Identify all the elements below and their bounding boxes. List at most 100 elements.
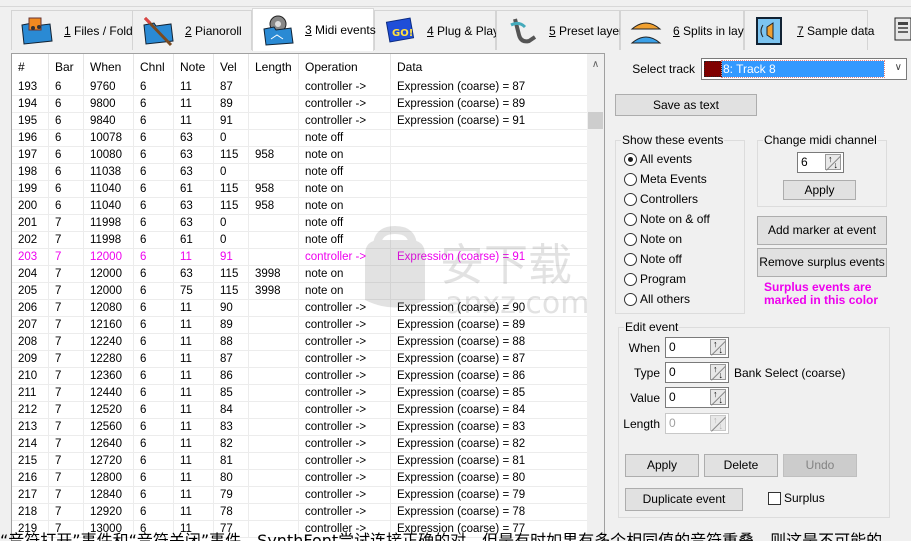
cell-channel: 6 [134, 317, 174, 333]
scroll-up-icon[interactable]: ∧ [587, 56, 604, 73]
tab-files-folders[interactable]: 1 Files / Folders [11, 10, 149, 50]
table-row[interactable]: 193 6 9760 6 11 87 controller -> Expression (co… [12, 79, 588, 96]
checkbox-box[interactable] [768, 491, 781, 505]
table-row[interactable]: 218 7 12920 6 11 78 controller -> Expression (c… [12, 504, 588, 521]
radio-button-icon[interactable] [624, 172, 637, 186]
table-row[interactable]: 196 6 10078 6 63 0 note off [12, 130, 588, 147]
radio-note-on[interactable]: Note on [624, 231, 682, 247]
cell-when: 12000 [84, 283, 134, 299]
radio-button-icon[interactable] [624, 292, 637, 306]
cell-length: 958 [249, 181, 299, 197]
delete-event-button[interactable]: Delete [704, 454, 778, 477]
table-row[interactable]: 205 7 12000 6 75 115 3998 note on [12, 283, 588, 300]
column-header[interactable]: Note [174, 54, 214, 79]
table-row[interactable]: 206 7 12080 6 11 90 controller -> Expression (c… [12, 300, 588, 317]
column-header[interactable]: Length [249, 54, 299, 79]
when-value[interactable]: 0 [666, 338, 708, 357]
surplus-checkbox[interactable]: Surplus [768, 491, 825, 505]
radio-all-events[interactable]: All events [624, 151, 692, 167]
table-row[interactable]: 194 6 9800 6 11 89 controller -> Expression (co… [12, 96, 588, 113]
spin-arrows-icon[interactable]: ↑ ↓ [825, 154, 841, 170]
type-spinner[interactable]: 0 ↑ ↓ [665, 362, 729, 383]
apply-event-button[interactable]: Apply [625, 454, 699, 477]
tab-midi-events[interactable]: 3 Midi events [252, 8, 376, 51]
radio-meta-events[interactable]: Meta Events [624, 171, 707, 187]
value-value[interactable]: 0 [666, 388, 708, 407]
add-marker-button[interactable]: Add marker at event [757, 216, 887, 245]
table-row[interactable]: 204 7 12000 6 63 115 3998 note on [12, 266, 588, 283]
table-row[interactable]: 217 7 12840 6 11 79 controller -> Expression (c… [12, 487, 588, 504]
duplicate-event-button[interactable]: Duplicate event [625, 488, 743, 511]
cell-data [391, 198, 588, 214]
save-as-text-button[interactable]: Save as text [615, 94, 757, 116]
tab-sample-data[interactable]: 7 Sample data [744, 10, 874, 50]
tab-plug-play[interactable]: GO! 4 Plug & Play [374, 10, 499, 50]
column-header[interactable]: Chnl [134, 54, 174, 79]
tab-pianoroll[interactable]: 2 Pianoroll [132, 10, 252, 50]
table-row[interactable]: 197 6 10080 6 63 115 958 note on [12, 147, 588, 164]
radio-button-icon[interactable] [624, 192, 637, 206]
cell-event-number: 203 [12, 249, 49, 265]
apply-channel-button[interactable]: Apply [783, 180, 856, 200]
radio-button-icon[interactable] [624, 232, 637, 246]
table-row[interactable]: 208 7 12240 6 11 88 controller -> Expression (c… [12, 334, 588, 351]
column-header[interactable]: Bar [49, 54, 84, 79]
column-header[interactable]: Vel [214, 54, 249, 79]
cell-operation: controller -> [299, 419, 391, 435]
tab-splits-in-layer[interactable]: 6 Splits in layer [620, 10, 754, 50]
column-header[interactable]: Operation [299, 54, 391, 79]
table-row[interactable]: 210 7 12360 6 11 86 controller -> Expression (c… [12, 368, 588, 385]
table-row[interactable]: 201 7 11998 6 63 0 note off [12, 215, 588, 232]
column-header[interactable]: Data [391, 54, 588, 79]
table-row[interactable]: 216 7 12800 6 11 80 controller -> Expression (c… [12, 470, 588, 487]
table-row[interactable]: 198 6 11038 6 63 0 note off [12, 164, 588, 181]
cell-channel: 6 [134, 198, 174, 214]
remove-surplus-button[interactable]: Remove surplus events [757, 248, 887, 277]
scroll-thumb[interactable] [588, 112, 603, 129]
cell-note: 11 [174, 300, 214, 316]
tab-8-icon[interactable] [890, 14, 911, 46]
cell-operation: controller -> [299, 470, 391, 486]
table-row[interactable]: 202 7 11998 6 61 0 note off [12, 232, 588, 249]
table-row[interactable]: 195 6 9840 6 11 91 controller -> Expression (co… [12, 113, 588, 130]
cell-data: Expression (coarse) = 89 [397, 319, 526, 331]
type-value[interactable]: 0 [666, 363, 708, 382]
table-row[interactable]: 214 7 12640 6 11 82 controller -> Expression (c… [12, 436, 588, 453]
spin-arrows-icon[interactable]: ↑ ↓ [710, 364, 726, 380]
midi-events-list[interactable]: # Bar When Chnl Note Vel Length Operation Data 1… [11, 53, 605, 541]
column-header[interactable]: # [12, 54, 49, 79]
table-row[interactable]: 212 7 12520 6 11 84 controller -> Expression (c… [12, 402, 588, 419]
table-row[interactable]: 199 6 11040 6 61 115 958 note on [12, 181, 588, 198]
cell-data: Expression (coarse) = 85 [397, 387, 526, 399]
spin-arrows-icon[interactable]: ↑ ↓ [710, 339, 726, 355]
table-row[interactable]: 207 7 12160 6 11 89 controller -> Expression (c… [12, 317, 588, 334]
radio-note-off[interactable]: Note off [624, 251, 682, 267]
radio-note-on-off[interactable]: Note on & off [624, 211, 710, 227]
table-row[interactable]: 200 6 11040 6 63 115 958 note on [12, 198, 588, 215]
channel-spinner[interactable]: 6 ↑ ↓ [797, 152, 844, 173]
spin-arrows-icon[interactable]: ↑ ↓ [710, 389, 726, 405]
cell-channel: 6 [134, 232, 174, 248]
radio-button-icon[interactable] [624, 272, 637, 286]
cell-note: 63 [174, 215, 214, 231]
table-row[interactable]: 213 7 12560 6 11 83 controller -> Expression (c… [12, 419, 588, 436]
table-row[interactable]: 211 7 12440 6 11 85 controller -> Expression (c… [12, 385, 588, 402]
radio-button-icon[interactable] [624, 212, 637, 226]
table-row[interactable]: 215 7 12720 6 11 81 controller -> Expression (c… [12, 453, 588, 470]
vertical-scrollbar[interactable]: ∧ [587, 54, 604, 541]
radio-button-icon[interactable] [624, 152, 637, 166]
tab-preset-layers[interactable]: 5 Preset layers [496, 10, 629, 50]
table-row-surplus[interactable]: 203 7 12000 6 11 91 controller -> Expression (c… [12, 249, 588, 266]
radio-button-icon[interactable] [624, 252, 637, 266]
table-row[interactable]: 209 7 12280 6 11 87 controller -> Expression (c… [12, 351, 588, 368]
chevron-down-icon[interactable]: ∨ [895, 62, 902, 73]
radio-all-others[interactable]: All others [624, 291, 690, 307]
radio-controllers[interactable]: Controllers [624, 191, 698, 207]
channel-value[interactable]: 6 [798, 153, 823, 172]
radio-program[interactable]: Program [624, 271, 686, 287]
when-spinner[interactable]: 0 ↑ ↓ [665, 337, 729, 358]
list-header: # Bar When Chnl Note Vel Length Operation Data [12, 54, 588, 79]
track-select[interactable]: 8: Track 8 ∨ [701, 58, 907, 80]
value-spinner[interactable]: 0 ↑ ↓ [665, 387, 729, 408]
column-header[interactable]: When [84, 54, 134, 79]
